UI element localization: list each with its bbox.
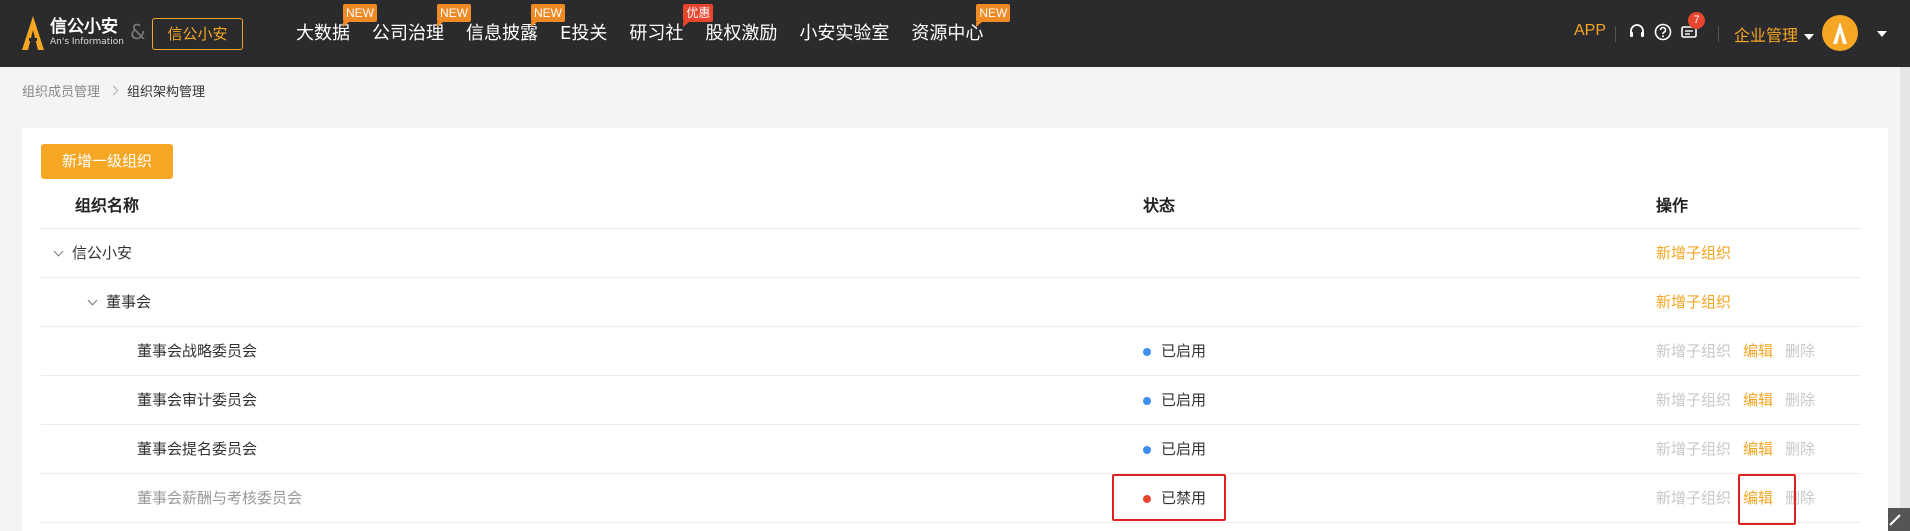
breadcrumb-current: 组织架构管理 bbox=[127, 85, 206, 100]
message-count-badge: 7 bbox=[1688, 12, 1705, 29]
collapse-chevron-icon[interactable] bbox=[87, 295, 98, 306]
status-text: 已启用 bbox=[1161, 440, 1207, 458]
enterprise-menu[interactable]: 企业管理 bbox=[1734, 22, 1815, 46]
add-child-org-link[interactable]: 新增子组织 bbox=[1656, 244, 1731, 262]
org-name: 董事会提名委员会 bbox=[137, 440, 258, 458]
nav-item-big-data[interactable]: 大数据 NEW bbox=[296, 0, 377, 67]
edit-highlight-box bbox=[1738, 474, 1796, 525]
add-child-org-link[interactable]: 新增子组织 bbox=[1656, 489, 1731, 507]
status-dot-enabled bbox=[1143, 445, 1151, 454]
headset-icon[interactable] bbox=[1628, 23, 1646, 41]
status-cell: 已启用 bbox=[1143, 425, 1206, 474]
add-child-org-link[interactable]: 新增子组织 bbox=[1656, 293, 1731, 311]
table-row: 董事会审计委员会 已启用 新增子组织 编辑 删除 bbox=[41, 376, 1861, 425]
collapse-chevron-icon[interactable] bbox=[53, 246, 64, 257]
status-dot-enabled bbox=[1143, 396, 1151, 405]
edit-link[interactable]: 编辑 bbox=[1743, 342, 1773, 360]
org-name: 董事会 bbox=[106, 293, 152, 311]
org-table: 组织名称 状态 操作 信公小安 新增子组织 董事会 新增子组织 董事会战略委员会 bbox=[41, 183, 1861, 523]
brand-name: 信公小安 bbox=[50, 17, 118, 37]
org-name: 董事会审计委员会 bbox=[137, 391, 258, 409]
logo-a-icon bbox=[22, 16, 44, 50]
nav-item-e-ir[interactable]: E投关 bbox=[560, 0, 607, 67]
table-row: 董事会薪酬与考核委员会 已禁用 新增子组织 编辑 删除 bbox=[41, 474, 1861, 523]
avatar-logo-icon bbox=[1833, 22, 1847, 44]
edit-link[interactable]: 编辑 bbox=[1743, 440, 1773, 458]
app-link[interactable]: APP bbox=[1574, 22, 1606, 40]
status-highlight-box bbox=[1112, 474, 1226, 521]
breadcrumb: 组织成员管理 组织架构管理 bbox=[22, 81, 205, 100]
nav-item-resources[interactable]: 资源中心 NEW bbox=[911, 0, 1011, 67]
column-header-ops: 操作 bbox=[1656, 196, 1689, 215]
org-tree-card: 新增一级组织 组织名称 状态 操作 信公小安 新增子组织 董事会 新增子组织 董… bbox=[22, 128, 1888, 531]
status-text: 已启用 bbox=[1161, 342, 1207, 360]
delete-link[interactable]: 删除 bbox=[1785, 391, 1815, 409]
edit-link[interactable]: 编辑 bbox=[1743, 391, 1773, 409]
org-name: 信公小安 bbox=[72, 244, 133, 262]
nav-item-governance[interactable]: 公司治理 NEW bbox=[372, 0, 471, 67]
table-row: 董事会 新增子组织 bbox=[41, 278, 1861, 327]
avatar[interactable] bbox=[1822, 15, 1858, 51]
table-header: 组织名称 状态 操作 bbox=[41, 183, 1861, 229]
chevron-down-icon[interactable] bbox=[1877, 31, 1887, 37]
status-cell: 已启用 bbox=[1143, 327, 1206, 376]
status-cell: 已启用 bbox=[1143, 376, 1206, 425]
table-row: 董事会提名委员会 已启用 新增子组织 编辑 删除 bbox=[41, 425, 1861, 474]
delete-link[interactable]: 删除 bbox=[1785, 440, 1815, 458]
chevron-down-icon bbox=[1804, 33, 1815, 40]
add-child-org-link[interactable]: 新增子组织 bbox=[1656, 391, 1731, 409]
help-icon[interactable] bbox=[1654, 23, 1672, 41]
table-row: 董事会战略委员会 已启用 新增子组织 编辑 删除 bbox=[41, 327, 1861, 376]
divider bbox=[1718, 26, 1719, 42]
add-child-org-link[interactable]: 新增子组织 bbox=[1656, 342, 1731, 360]
add-child-org-link[interactable]: 新增子组织 bbox=[1656, 440, 1731, 458]
top-nav-bar: 信公小安 An's Information & 信公小安 大数据 NEW 公司治理… bbox=[0, 0, 1910, 67]
org-switch-button[interactable]: 信公小安 bbox=[152, 18, 243, 50]
delete-link[interactable]: 删除 bbox=[1785, 342, 1815, 360]
brand-logo[interactable]: 信公小安 An's Information bbox=[22, 16, 124, 50]
divider bbox=[1615, 26, 1616, 42]
column-header-status: 状态 bbox=[1143, 196, 1176, 215]
brand-name-en: An's Information bbox=[50, 37, 124, 47]
nav-item-equity-incentive[interactable]: 股权激励 bbox=[705, 0, 777, 67]
add-top-level-org-button[interactable]: 新增一级组织 bbox=[41, 144, 173, 179]
new-badge: NEW bbox=[976, 4, 1011, 27]
nav-item-disclosure[interactable]: 信息披露 NEW bbox=[466, 0, 565, 67]
status-dot-enabled bbox=[1143, 347, 1151, 356]
scrollbar[interactable] bbox=[1900, 67, 1910, 531]
table-row: 信公小安 新增子组织 bbox=[41, 229, 1861, 278]
column-header-name: 组织名称 bbox=[75, 196, 140, 215]
status-text: 已启用 bbox=[1161, 391, 1207, 409]
org-name: 董事会薪酬与考核委员会 bbox=[137, 489, 303, 507]
org-name: 董事会战略委员会 bbox=[137, 342, 258, 360]
nav-item-academy[interactable]: 研习社 优惠 bbox=[629, 0, 714, 67]
chevron-right-icon bbox=[108, 85, 119, 96]
main-nav: 大数据 NEW 公司治理 NEW 信息披露 NEW E投关 研习社 优惠 股权激励 小安… bbox=[296, 0, 1011, 67]
brand-amp: & bbox=[130, 20, 146, 44]
header-tools: APP 7 企业管理 bbox=[1510, 0, 1910, 67]
nav-item-lab[interactable]: 小安实验室 bbox=[799, 0, 889, 67]
breadcrumb-parent[interactable]: 组织成员管理 bbox=[22, 81, 100, 100]
